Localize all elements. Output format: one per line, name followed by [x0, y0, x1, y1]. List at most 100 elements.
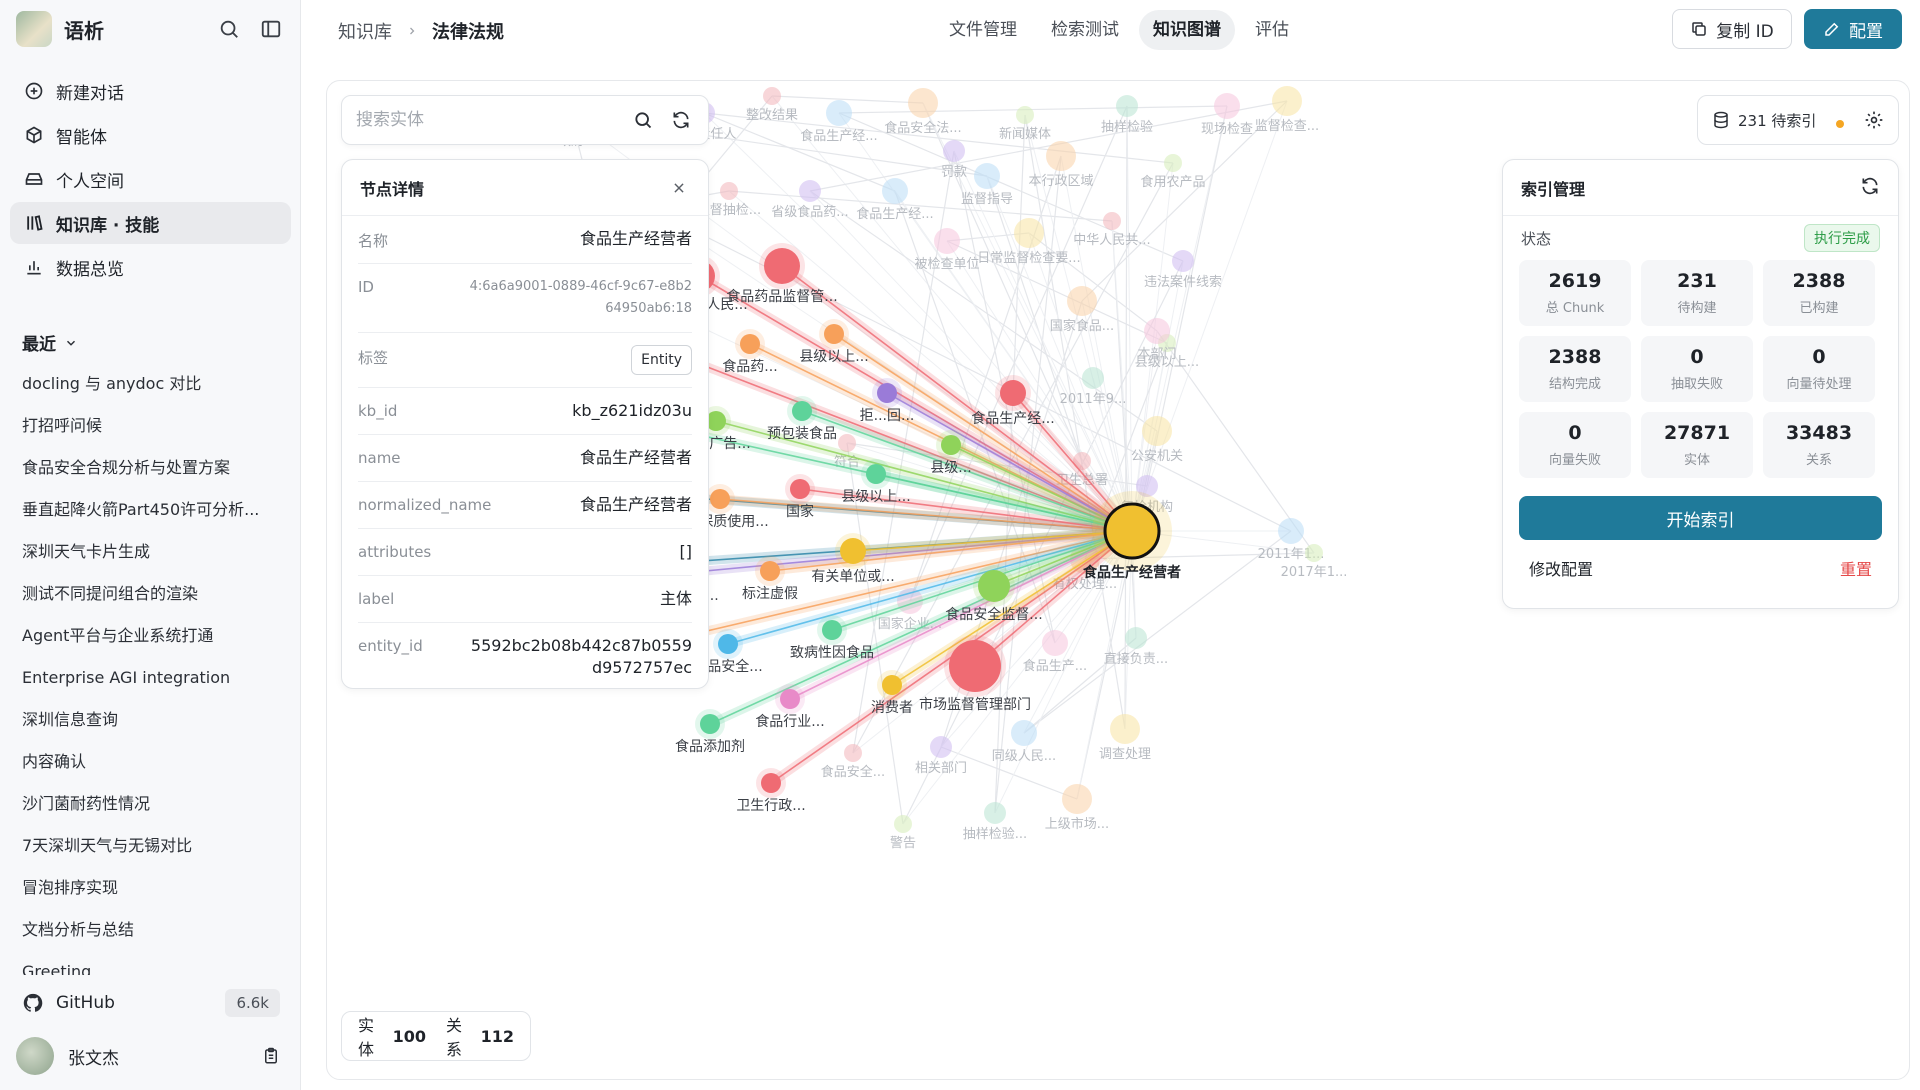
recent-item[interactable]: 沙门菌耐药性情况 [10, 783, 291, 825]
nav-knowledge-base[interactable]: 知识库 · 技能 [10, 202, 291, 244]
recent-item[interactable]: Enterprise AGI integration [10, 657, 291, 699]
graph-node[interactable] [949, 640, 1001, 692]
recent-item[interactable]: Agent平台与企业系统打通 [10, 615, 291, 657]
clipboard-icon[interactable] [262, 1047, 280, 1065]
recent-header[interactable]: 最近 [22, 330, 78, 355]
refresh-icon[interactable] [668, 107, 694, 133]
background-node[interactable] [1278, 518, 1304, 544]
github-link[interactable]: GitHub 6.6k [22, 985, 280, 1021]
recent-item[interactable]: 内容确认 [10, 741, 291, 783]
graph-node[interactable] [822, 620, 842, 640]
tab-file-management[interactable]: 文件管理 [935, 10, 1031, 50]
recent-item[interactable]: 文档分析与总结 [10, 909, 291, 951]
settings-icon[interactable] [1864, 110, 1884, 130]
background-node[interactable] [984, 802, 1006, 824]
background-node[interactable] [844, 744, 862, 762]
background-node[interactable] [1067, 286, 1097, 316]
background-node[interactable] [1142, 416, 1172, 446]
background-node[interactable] [1011, 720, 1037, 746]
graph-node[interactable] [824, 324, 844, 344]
graph-node[interactable] [792, 401, 812, 421]
graph-node[interactable] [710, 489, 730, 509]
center-node[interactable] [1103, 502, 1161, 560]
graph-node[interactable] [882, 675, 902, 695]
reset-link[interactable]: 重置 [1840, 556, 1872, 580]
graph-node[interactable] [718, 634, 738, 654]
background-node[interactable] [763, 87, 781, 105]
background-node[interactable] [1125, 627, 1147, 649]
recent-item[interactable]: 深圳天气卡片生成 [10, 531, 291, 573]
background-node[interactable] [1062, 784, 1092, 814]
background-node[interactable] [974, 163, 1000, 189]
search-icon[interactable] [216, 16, 242, 42]
config-button[interactable]: 配置 [1804, 9, 1902, 49]
background-node[interactable] [882, 178, 908, 204]
close-icon[interactable] [668, 177, 690, 199]
background-node[interactable] [1014, 218, 1044, 248]
background-node[interactable] [799, 180, 821, 202]
background-node[interactable] [1305, 544, 1323, 562]
graph-canvas[interactable]: 整改结果相关责任人食品生产经...食品安全法...新闻媒体抽样检验现场检查监督检… [326, 80, 1910, 1080]
recent-item[interactable]: 深圳信息查询 [10, 699, 291, 741]
background-node[interactable] [826, 100, 852, 126]
graph-node[interactable] [740, 334, 760, 354]
graph-node[interactable] [700, 714, 720, 734]
graph-node[interactable] [866, 464, 886, 484]
background-node[interactable] [930, 736, 952, 758]
graph-node[interactable] [706, 411, 726, 431]
nav-new-chat[interactable]: 新建对话 [10, 70, 291, 112]
background-node[interactable] [1214, 93, 1240, 119]
copy-id-button[interactable]: 复制 ID [1672, 9, 1792, 49]
breadcrumb-root[interactable]: 知识库 [338, 18, 392, 44]
background-node[interactable] [908, 88, 938, 118]
graph-node[interactable] [978, 570, 1010, 602]
refresh-icon[interactable] [1860, 176, 1880, 200]
brand[interactable]: 语析 [16, 10, 104, 48]
start-index-button[interactable]: 开始索引 [1519, 496, 1882, 540]
background-node[interactable] [1016, 106, 1034, 124]
sidebar-toggle-icon[interactable] [258, 16, 284, 42]
recent-item[interactable]: 测试不同提问组合的渲染 [10, 573, 291, 615]
background-node[interactable] [943, 140, 965, 162]
tab-evaluation[interactable]: 评估 [1241, 10, 1303, 50]
pending-index-status[interactable]: 231 待索引 [1697, 95, 1899, 145]
background-node[interactable] [1116, 95, 1138, 117]
nav-personal-space[interactable]: 个人空间 [10, 158, 291, 200]
graph-node[interactable] [761, 773, 781, 793]
nav-agents[interactable]: 智能体 [10, 114, 291, 156]
tab-knowledge-graph[interactable]: 知识图谱 [1139, 10, 1235, 50]
background-node[interactable] [1172, 250, 1194, 272]
background-node[interactable] [1046, 141, 1076, 171]
modify-config-link[interactable]: 修改配置 [1529, 556, 1593, 580]
tab-retrieval-test[interactable]: 检索测试 [1037, 10, 1133, 50]
graph-node[interactable] [877, 383, 897, 403]
recent-item[interactable]: 食品安全合规分析与处置方案 [10, 447, 291, 489]
background-node[interactable] [1144, 318, 1170, 344]
recent-item[interactable]: docling 与 anydoc 对比 [10, 363, 291, 405]
user-profile[interactable]: 张文杰 [16, 1036, 280, 1076]
graph-node[interactable] [840, 538, 866, 564]
background-node[interactable] [1082, 367, 1104, 389]
graph-node[interactable] [941, 435, 961, 455]
background-node[interactable] [1110, 714, 1140, 744]
entity-search-input[interactable] [356, 110, 618, 130]
graph-node[interactable] [780, 689, 800, 709]
graph-node[interactable] [764, 248, 800, 284]
background-node[interactable] [894, 815, 912, 833]
background-node[interactable] [934, 228, 960, 254]
graph-node[interactable] [1000, 380, 1026, 406]
recent-item[interactable]: Greeting [10, 951, 291, 975]
recent-item[interactable]: 7天深圳天气与无锡对比 [10, 825, 291, 867]
recent-item[interactable]: 垂直起降火箭Part450许可分析... [10, 489, 291, 531]
background-node[interactable] [1103, 212, 1121, 230]
background-node[interactable] [1164, 154, 1182, 172]
nav-data-overview[interactable]: 数据总览 [10, 246, 291, 288]
recent-item[interactable]: 冒泡排序实现 [10, 867, 291, 909]
background-node[interactable] [1042, 630, 1068, 656]
graph-node[interactable] [790, 479, 810, 499]
recent-item[interactable]: 打招呼问候 [10, 405, 291, 447]
background-node[interactable] [1272, 86, 1302, 116]
background-node[interactable] [720, 182, 738, 200]
graph-node[interactable] [760, 561, 780, 581]
background-node[interactable] [838, 434, 856, 452]
